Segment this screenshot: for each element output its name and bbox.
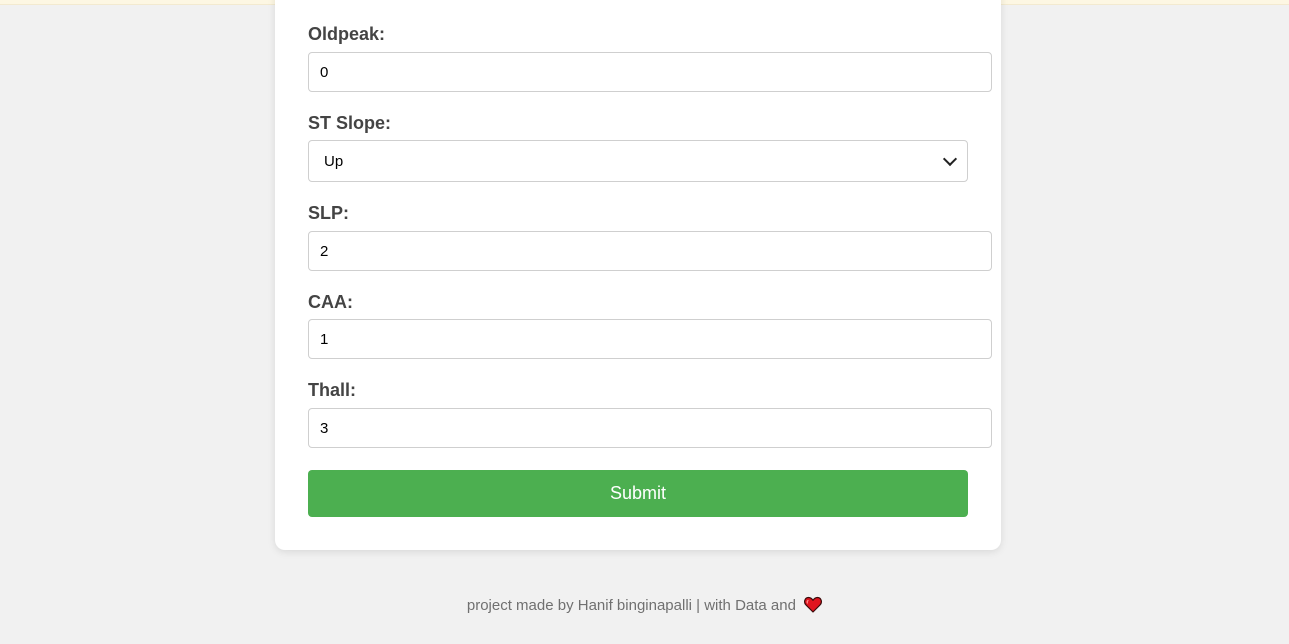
chevron-down-icon	[942, 151, 958, 167]
st-slope-selected-value: Up	[324, 152, 344, 170]
heart-icon	[804, 596, 823, 617]
footer: project made by Hanif binginapalli | wit…	[0, 596, 1289, 617]
oldpeak-label: Oldpeak:	[308, 24, 386, 44]
thall-label: Thall:	[308, 380, 356, 400]
footer-text: project made by Hanif binginapalli | wit…	[466, 597, 796, 614]
caa-input[interactable]	[308, 319, 992, 359]
thall-input[interactable]	[308, 408, 992, 448]
st-slope-label: ST Slope:	[308, 113, 392, 133]
st-slope-select[interactable]: Up	[308, 140, 968, 182]
submit-button[interactable]: Submit	[308, 470, 968, 517]
slp-input[interactable]	[308, 231, 992, 271]
oldpeak-input[interactable]	[308, 52, 992, 92]
caa-label: CAA:	[308, 292, 353, 312]
slp-label: SLP:	[308, 203, 350, 223]
